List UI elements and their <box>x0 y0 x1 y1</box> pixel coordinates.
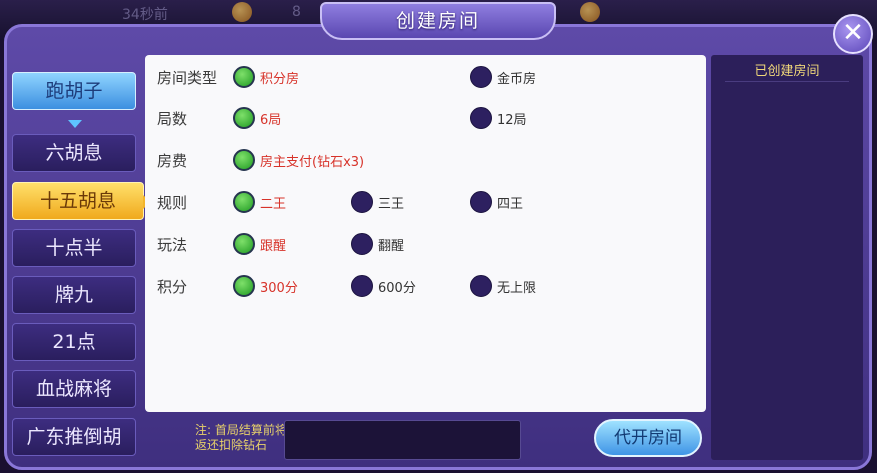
divider <box>725 81 849 82</box>
note-line-1: 注: 首局结算前将 <box>195 423 287 437</box>
radio-button[interactable] <box>233 275 255 297</box>
option-label: 6局 <box>260 113 282 128</box>
diamond-icon <box>580 2 600 22</box>
radio-button[interactable] <box>233 107 255 129</box>
close-button[interactable]: ✕ <box>833 14 873 54</box>
option-label: 四王 <box>497 197 524 212</box>
sidebar-item[interactable]: 十五胡息 <box>12 182 151 220</box>
open-room-for-others-button[interactable]: 代开房间 <box>594 419 702 457</box>
radio-button[interactable] <box>470 191 492 213</box>
sidebar-item[interactable]: 21点 <box>12 323 136 361</box>
coin-icon <box>232 2 252 22</box>
option-label: 金币房 <box>497 72 537 87</box>
option-label: 积分房 <box>260 72 300 87</box>
setting-label: 积分 <box>157 278 188 296</box>
option-label: 翻醒 <box>378 239 405 254</box>
option-label: 300分 <box>260 281 298 296</box>
sidebar-item[interactable]: 牌九 <box>12 276 136 314</box>
note-box <box>284 420 521 460</box>
setting-label: 房间类型 <box>157 69 218 87</box>
dialog-title: 创建房间 <box>320 2 556 40</box>
option-label: 房主支付(钻石x3) <box>260 155 365 170</box>
option-label: 600分 <box>378 281 416 296</box>
radio-button[interactable] <box>351 233 373 255</box>
option-label: 三王 <box>378 197 405 212</box>
close-icon: ✕ <box>842 18 864 48</box>
created-rooms-title: 已创建房间 <box>754 64 820 79</box>
created-rooms-panel: 已创建房间 <box>711 55 863 460</box>
setting-label: 玩法 <box>157 236 188 254</box>
scroll-down-arrow-icon[interactable] <box>68 120 82 128</box>
note-line-2: 返还扣除钻石 <box>195 438 268 452</box>
radio-button[interactable] <box>470 275 492 297</box>
sidebar-item[interactable]: 血战麻将 <box>12 370 136 408</box>
radio-button[interactable] <box>233 149 255 171</box>
radio-button[interactable] <box>351 191 373 213</box>
setting-label: 局数 <box>157 110 188 128</box>
option-label: 12局 <box>497 113 527 128</box>
setting-label: 房费 <box>157 152 188 170</box>
radio-button[interactable] <box>470 107 492 129</box>
setting-label: 规则 <box>157 194 188 212</box>
radio-button[interactable] <box>351 275 373 297</box>
radio-button[interactable] <box>233 233 255 255</box>
radio-button[interactable] <box>233 191 255 213</box>
option-label: 二王 <box>260 197 287 212</box>
sidebar-item[interactable]: 六胡息 <box>12 134 136 172</box>
radio-button[interactable] <box>233 66 255 88</box>
sidebar-item[interactable]: 十点半 <box>12 229 136 267</box>
diamond-refund-note: 注: 首局结算前将 返还扣除钻石 <box>195 423 287 453</box>
option-label: 无上限 <box>497 281 537 296</box>
background-time-text: 34秒前 <box>122 7 168 23</box>
sidebar-item[interactable]: 跑胡子 <box>12 72 136 110</box>
room-settings-panel: 房间类型 积分房 金币房局数 6局 12局房费 房主支付(钻石x3) 规则 二王 三王 四王玩法 跟… <box>145 55 706 412</box>
sidebar-item[interactable]: 广东推倒胡 <box>12 418 136 456</box>
radio-button[interactable] <box>470 66 492 88</box>
option-label: 跟醒 <box>260 239 287 254</box>
background-count-text: 8 <box>292 4 301 20</box>
